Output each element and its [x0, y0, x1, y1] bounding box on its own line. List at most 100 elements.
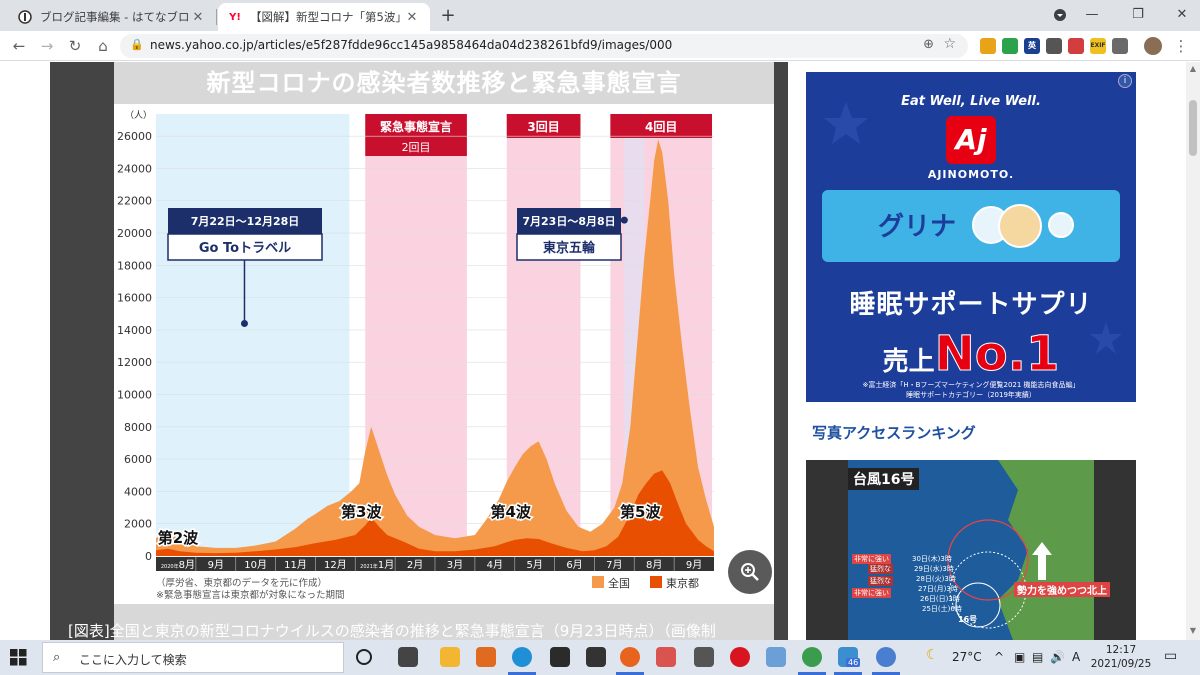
y-tick-label: 24000: [117, 162, 152, 175]
forward-icon[interactable]: →: [36, 35, 58, 57]
zoom-in-button[interactable]: [728, 550, 772, 594]
wave-label: 第3波: [341, 503, 382, 521]
lock-icon[interactable]: 🔒: [130, 38, 144, 51]
edge-icon[interactable]: [512, 647, 532, 667]
thumbnail-tag: 27日(月)3時: [918, 585, 958, 593]
legend-swatch-national: [592, 576, 604, 588]
profile-avatar[interactable]: [1144, 37, 1162, 55]
ranking-thumbnail[interactable]: 台風16号 非常に強い 猛烈な 猛烈な 非常に強い 30日(木)3時 29日(水…: [806, 460, 1136, 640]
close-icon[interactable]: ✕: [190, 10, 206, 25]
magnifier-icon: [741, 563, 759, 581]
ad-rank: 売上No.1: [806, 326, 1136, 383]
taskbar-search[interactable]: ⌕ ここに入力して検索: [42, 642, 344, 673]
legend-label: 全国: [608, 576, 630, 590]
month-name: 1月: [378, 559, 394, 571]
chrome-icon[interactable]: [802, 647, 822, 667]
files-badge: 46: [846, 658, 861, 667]
close-icon[interactable]: ✕: [404, 10, 420, 25]
scroll-up-icon[interactable]: ▲: [1186, 64, 1200, 73]
page-scrollbar[interactable]: ▲ ▼: [1186, 62, 1200, 640]
callout-dot: [240, 319, 248, 327]
cortana-icon[interactable]: [356, 649, 372, 665]
period-goto: [156, 114, 350, 556]
thumbnail-headline: 勢力を強めつつ北上: [1014, 582, 1110, 597]
thumbnail-tag: 猛烈な: [868, 576, 893, 586]
yahoo-icon: Y!: [229, 11, 241, 23]
y-tick-label: 10000: [117, 389, 152, 402]
media-icon[interactable]: [656, 647, 676, 667]
ad-rank-prefix: 売上: [882, 347, 935, 377]
y-tick-label: 22000: [117, 195, 152, 208]
paint-icon[interactable]: [766, 647, 786, 667]
windows-start-icon[interactable]: [10, 649, 27, 670]
ad-info-icon[interactable]: i: [1118, 74, 1132, 88]
emergency-label: 3回目: [527, 120, 559, 134]
tab-hatena[interactable]: ブログ記事編集 - はてなブログ ✕: [8, 3, 216, 31]
chrome-profile-icon[interactable]: [876, 647, 896, 667]
office-icon[interactable]: [476, 647, 496, 667]
back-icon[interactable]: ←: [8, 35, 30, 57]
url-text[interactable]: news.yahoo.co.jp/articles/e5f287fdde96cc…: [150, 38, 672, 52]
thumbnail-tag: 28日(火)3時: [916, 575, 956, 583]
y-tick-label: 26000: [117, 130, 152, 143]
restore-icon[interactable]: ❐: [1122, 4, 1154, 26]
taskbar-clock[interactable]: 12:17 2021/09/25: [1086, 643, 1156, 671]
thumbnail-label: 台風16号: [848, 468, 920, 490]
home-icon[interactable]: ⌂: [92, 35, 114, 57]
chart-svg: 緊急事態宣言 2回目 3回目 4回目 0 2000 4000 6000 8000 10000 120…: [117, 110, 714, 601]
y-tick-label: 2000: [124, 518, 152, 531]
tab-yahoo[interactable]: Y! 【図解】新型コロナ「第5波」の特徴は ✕: [218, 3, 430, 31]
scrollbar-thumb[interactable]: [1189, 100, 1197, 156]
weather-icon[interactable]: ☾: [926, 647, 939, 663]
puzzle-icon[interactable]: [1112, 38, 1128, 54]
photo-ranking-title[interactable]: 写真アクセスランキング: [812, 422, 976, 443]
y-tick-label: 0: [145, 550, 152, 563]
product-package: グリナ: [822, 190, 1120, 262]
address-bar[interactable]: 🔒 news.yahoo.co.jp/articles/e5f287fdde96…: [120, 34, 968, 58]
ext-3-icon[interactable]: 英: [1024, 38, 1040, 54]
opera-icon[interactable]: [730, 647, 750, 667]
new-tab-button[interactable]: +: [438, 5, 458, 26]
y-tick-label: 16000: [117, 292, 152, 305]
ad-headline: 睡眠サポートサプリ: [849, 290, 1093, 320]
menu-icon[interactable]: ⋮: [1170, 35, 1192, 57]
store-icon[interactable]: [550, 647, 570, 667]
app-icon[interactable]: [694, 647, 714, 667]
notification-icon[interactable]: ▭: [1164, 648, 1177, 664]
tray-app-icon[interactable]: ▣: [1014, 650, 1025, 664]
scroll-down-icon[interactable]: ▼: [1186, 626, 1200, 635]
profile-dropdown-icon[interactable]: [1044, 4, 1076, 26]
firefox-icon[interactable]: [620, 647, 640, 667]
bubble-shape: [1048, 212, 1074, 238]
ext-4-icon[interactable]: [1046, 38, 1062, 54]
month-label: 5月: [526, 559, 542, 571]
thumbnail-tag: 30日(木)3時: [912, 555, 952, 563]
ext-1-icon[interactable]: [980, 38, 996, 54]
temperature[interactable]: 27°C: [952, 650, 982, 664]
network-icon[interactable]: ▤: [1032, 650, 1043, 664]
month-label: 10月: [244, 559, 267, 571]
window-close-icon[interactable]: ✕: [1166, 4, 1198, 26]
month-label: 9月: [208, 559, 224, 571]
y-unit-label: （人）: [125, 110, 152, 121]
ext-5-icon[interactable]: [1068, 38, 1084, 54]
explorer-icon[interactable]: [440, 647, 460, 667]
ajinomoto-ad[interactable]: i Eat Well, Live Well. Aj AJINOMOTO. グリナ…: [806, 72, 1136, 402]
thumbnail-tag: 猛烈な: [868, 564, 893, 574]
bookmark-star-icon[interactable]: ☆: [943, 36, 956, 52]
volume-icon[interactable]: 🔊: [1050, 650, 1065, 664]
reload-icon[interactable]: ↻: [64, 35, 86, 57]
minimize-icon[interactable]: —: [1076, 4, 1108, 26]
tray-expand-icon[interactable]: ^: [994, 650, 1004, 664]
ime-indicator[interactable]: A: [1072, 650, 1080, 664]
windows-taskbar: ⌕ ここに入力して検索 46 ☾ 27°C ^ ▣ ▤ 🔊 A 12:17 20…: [0, 640, 1200, 675]
ext-2-icon[interactable]: [1002, 38, 1018, 54]
y-tick-label: 20000: [117, 227, 152, 240]
callout-date: 7月23日〜8月8日: [522, 215, 615, 228]
ajinomoto-logo: Aj: [946, 116, 996, 164]
task-view-icon[interactable]: [398, 647, 418, 667]
settings-icon[interactable]: [586, 647, 606, 667]
search-placeholder: ここに入力して検索: [79, 653, 187, 667]
zoom-icon[interactable]: ⊕: [923, 37, 934, 52]
ext-exif-icon[interactable]: EXIF: [1090, 38, 1106, 54]
